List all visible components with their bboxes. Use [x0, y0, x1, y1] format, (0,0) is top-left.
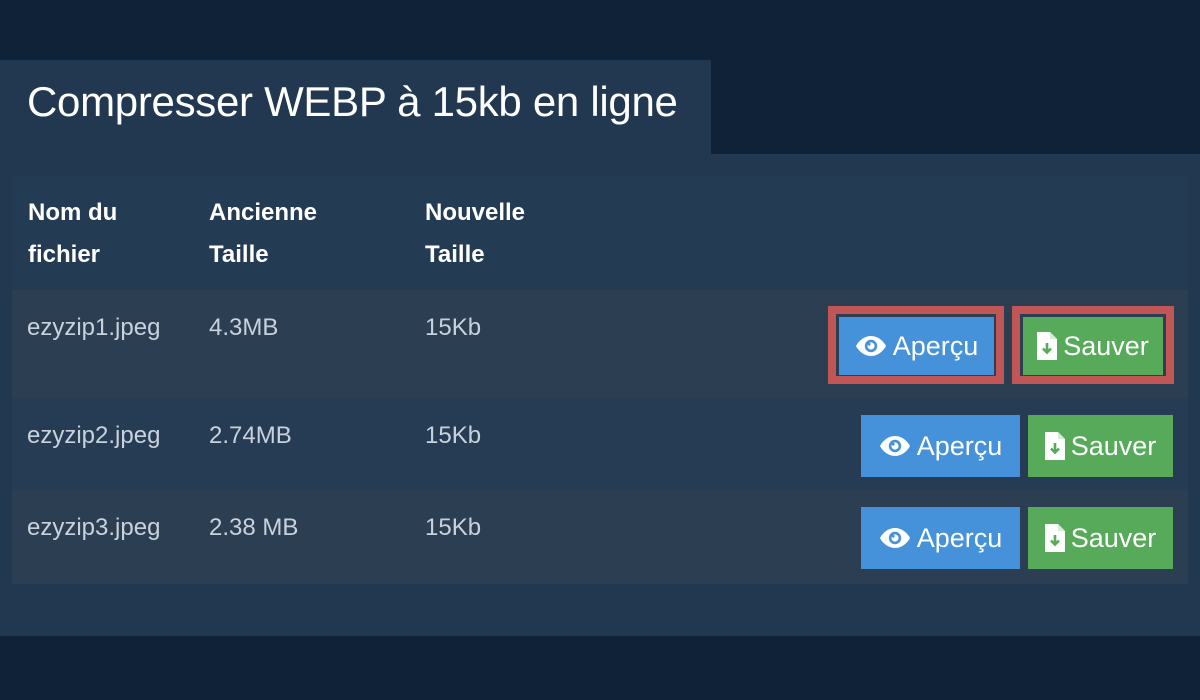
column-header-new-size: Nouvelle Taille: [425, 199, 526, 268]
eye-icon: [879, 435, 911, 457]
preview-button[interactable]: Aperçu: [861, 415, 1020, 477]
results-table: Nom du fichier Ancienne Taille Nouvelle …: [12, 176, 1188, 584]
save-button[interactable]: Sauver: [1028, 507, 1173, 569]
preview-button[interactable]: Aperçu: [861, 507, 1020, 569]
save-label: Sauver: [1070, 430, 1157, 461]
preview-label: Aperçu: [916, 430, 1003, 461]
new-size-cell: 15Kb: [425, 314, 482, 341]
page-title: Compresser WEBP à 15kb en ligne: [27, 78, 678, 125]
file-download-icon: [1044, 432, 1065, 460]
column-header-filename: Nom du fichier: [28, 199, 118, 268]
table-row: ezyzip2.jpeg 2.74MB 15Kb Aperçu Sauver: [12, 398, 1188, 490]
eye-icon: [879, 527, 911, 549]
old-size-cell: 4.3MB: [209, 314, 279, 341]
filename-cell: ezyzip3.jpeg: [27, 514, 161, 541]
column-header-old-size: Ancienne Taille: [209, 199, 318, 268]
new-size-cell: 15Kb: [425, 514, 482, 541]
save-label: Sauver: [1070, 522, 1157, 553]
table-header: Nom du fichier Ancienne Taille Nouvelle …: [12, 176, 1188, 290]
file-download-icon: [1044, 524, 1065, 552]
preview-label: Aperçu: [892, 330, 979, 361]
filename-cell: ezyzip1.jpeg: [27, 314, 161, 341]
file-download-icon: [1037, 332, 1058, 360]
old-size-cell: 2.74MB: [209, 422, 292, 449]
old-size-cell: 2.38 MB: [209, 514, 299, 541]
table-row: ezyzip3.jpeg 2.38 MB 15Kb Aperçu Sauver: [12, 490, 1188, 584]
preview-label: Aperçu: [916, 522, 1003, 553]
new-size-cell: 15Kb: [425, 422, 482, 449]
preview-button[interactable]: Aperçu: [839, 317, 994, 375]
save-label: Sauver: [1063, 330, 1149, 361]
save-button[interactable]: Sauver: [1023, 317, 1163, 375]
save-button[interactable]: Sauver: [1028, 415, 1173, 477]
table-row: ezyzip1.jpeg 4.3MB 15Kb Aperçu Sauver: [12, 290, 1188, 398]
eye-icon: [855, 335, 887, 357]
filename-cell: ezyzip2.jpeg: [27, 422, 161, 449]
